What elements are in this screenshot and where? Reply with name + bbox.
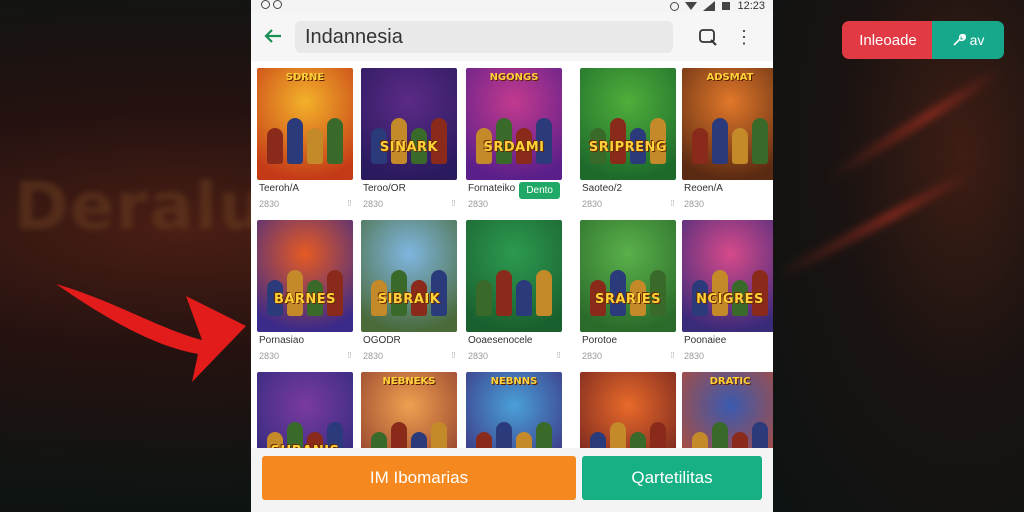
app-size: 2830: [259, 199, 280, 209]
app-name: Ooaesenocele: [468, 335, 533, 346]
game-top-logo: ADSMAT: [706, 72, 754, 83]
app-thumbnail[interactable]: NGONGS SRDAMI: [466, 68, 562, 180]
app-thumbnail[interactable]: ADSMAT: [682, 68, 773, 180]
drag-handle-icon[interactable]: ⁝⁝: [451, 198, 456, 209]
install-button[interactable]: Dento: [519, 182, 560, 199]
search-icon[interactable]: [695, 24, 721, 50]
app-size: 2830: [363, 199, 384, 209]
app-card[interactable]: SIBRAIK OGODR 2830 ⁝⁝: [361, 220, 457, 366]
drag-handle-icon[interactable]: ⁝⁝: [556, 350, 561, 361]
app-thumbnail[interactable]: SIBRAIK: [361, 220, 457, 332]
secondary-action-button[interactable]: Qartetilitas: [582, 456, 762, 500]
wifi-icon: [685, 2, 698, 10]
app-name: Poonaiee: [684, 335, 727, 346]
game-top-logo: NEBNNS: [490, 376, 538, 387]
app-meta: Fornateiko 2830 Dento: [466, 180, 562, 209]
app-size: 2830: [468, 351, 489, 361]
game-logo: [688, 140, 772, 158]
app-meta: Pornasiao 2830 ⁝⁝: [257, 332, 353, 361]
app-name: OGODR: [363, 335, 401, 346]
app-size: 2830: [468, 199, 489, 209]
app-name: Teroo/OR: [363, 183, 406, 194]
app-size: 2830: [684, 351, 705, 361]
app-card[interactable]: NGONGS SRDAMI Fornateiko 2830 Dento: [466, 68, 562, 214]
app-name: Saoteo/2: [582, 183, 623, 194]
more-options-icon[interactable]: ⋮: [735, 27, 753, 48]
settings-status-icon: [670, 1, 680, 11]
status-time: 12:23: [737, 0, 765, 12]
drag-handle-icon[interactable]: ⁝⁝: [670, 350, 675, 361]
app-thumbnail[interactable]: SINARK: [361, 68, 457, 180]
app-size: 2830: [259, 351, 280, 361]
app-thumbnail[interactable]: SDRNE: [257, 68, 353, 180]
app-card[interactable]: Ooaesenocele 2830 ⁝⁝: [466, 220, 562, 366]
game-top-logo: NGONGS: [489, 72, 539, 83]
game-logo: SIBRAIK: [377, 292, 441, 307]
game-logo: [263, 140, 347, 158]
signal-icon: [703, 1, 716, 11]
app-thumbnail[interactable]: BARNES: [257, 220, 353, 332]
drag-handle-icon[interactable]: ⁝⁝: [451, 350, 456, 361]
game-logo: [472, 292, 556, 310]
game-logo: BARNES: [273, 292, 337, 307]
game-logo: NCIGRES: [696, 292, 764, 307]
app-meta: Ooaesenocele 2830 ⁝⁝: [466, 332, 562, 361]
red-arrow-icon: [56, 284, 246, 382]
game-logo: SRDAMI: [483, 140, 545, 155]
app-name: Reoen/A: [684, 183, 723, 194]
share-button-label: av: [969, 32, 985, 48]
app-size: 2830: [684, 199, 705, 209]
app-card[interactable]: SDRNE Teeroh/A 2830 ⁝⁝: [257, 68, 353, 214]
app-meta: Reoen/A 2830 ⁝⁝: [682, 180, 773, 209]
app-bar: Indannesia ⋮: [251, 13, 773, 61]
app-thumbnail[interactable]: SRIPRENG: [580, 68, 676, 180]
game-logo: SINARK: [379, 140, 439, 155]
share-button[interactable]: av: [932, 21, 1004, 59]
app-meta: Porotoe 2830 ⁝⁝: [580, 332, 676, 361]
status-bar: 12:23: [251, 0, 773, 13]
drag-handle-icon[interactable]: ⁝⁝: [670, 198, 675, 209]
drag-handle-icon[interactable]: ⁝⁝: [347, 198, 352, 209]
bottom-action-bar: IM Ibomarias Qartetilitas: [251, 448, 773, 512]
app-meta: Saoteo/2 2830 ⁝⁝: [580, 180, 676, 209]
game-logo: SRIPRENG: [588, 140, 668, 155]
app-thumbnail[interactable]: SRARIES: [580, 220, 676, 332]
game-top-logo: DRATIC: [709, 376, 751, 387]
app-thumbnail[interactable]: NCIGRES: [682, 220, 773, 332]
app-size: 2830: [363, 351, 384, 361]
app-size: 2830: [582, 199, 603, 209]
app-name: Teeroh/A: [259, 183, 300, 194]
app-card[interactable]: SINARK Teroo/OR 2830 ⁝⁝: [361, 68, 457, 214]
back-arrow-icon[interactable]: [259, 26, 287, 49]
game-logo: SRARIES: [594, 292, 662, 307]
app-meta: Teeroh/A 2830 ⁝⁝: [257, 180, 353, 209]
drag-handle-icon[interactable]: ⁝⁝: [772, 198, 773, 209]
game-top-logo: NEBNEKS: [382, 376, 436, 387]
game-top-logo: SDRNE: [285, 72, 325, 83]
drag-handle-icon[interactable]: ⁝⁝: [772, 350, 773, 361]
notification-icon: [261, 0, 270, 9]
search-input[interactable]: Indannesia: [295, 21, 673, 53]
app-card[interactable]: SRARIES Porotoe 2830 ⁝⁝: [580, 220, 676, 366]
primary-action-button[interactable]: IM Ibomarias: [262, 456, 576, 500]
app-meta: Poonaiee 2830 ⁝⁝: [682, 332, 773, 361]
app-name: Pornasiao: [259, 335, 305, 346]
sync-icon: [273, 0, 282, 9]
app-meta: OGODR 2830 ⁝⁝: [361, 332, 457, 361]
app-name: Porotoe: [582, 335, 618, 346]
app-meta: Teroo/OR 2830 ⁝⁝: [361, 180, 457, 209]
app-size: 2830: [582, 351, 603, 361]
app-thumbnail[interactable]: [466, 220, 562, 332]
app-card[interactable]: NCIGRES Poonaiee 2830 ⁝⁝: [682, 220, 773, 366]
wrench-icon: [953, 33, 966, 46]
app-card[interactable]: ADSMAT Reoen/A 2830 ⁝⁝: [682, 68, 773, 214]
battery-icon: [722, 2, 731, 10]
app-card[interactable]: SRIPRENG Saoteo/2 2830 ⁝⁝: [580, 68, 676, 214]
app-card[interactable]: BARNES Pornasiao 2830 ⁝⁝: [257, 220, 353, 366]
phone-screen: 12:23 Indannesia ⋮ SDRNE Teeroh/A 2830 ⁝⁝ SI…: [251, 0, 773, 512]
download-button[interactable]: Inleoade: [842, 21, 934, 59]
drag-handle-icon[interactable]: ⁝⁝: [347, 350, 352, 361]
